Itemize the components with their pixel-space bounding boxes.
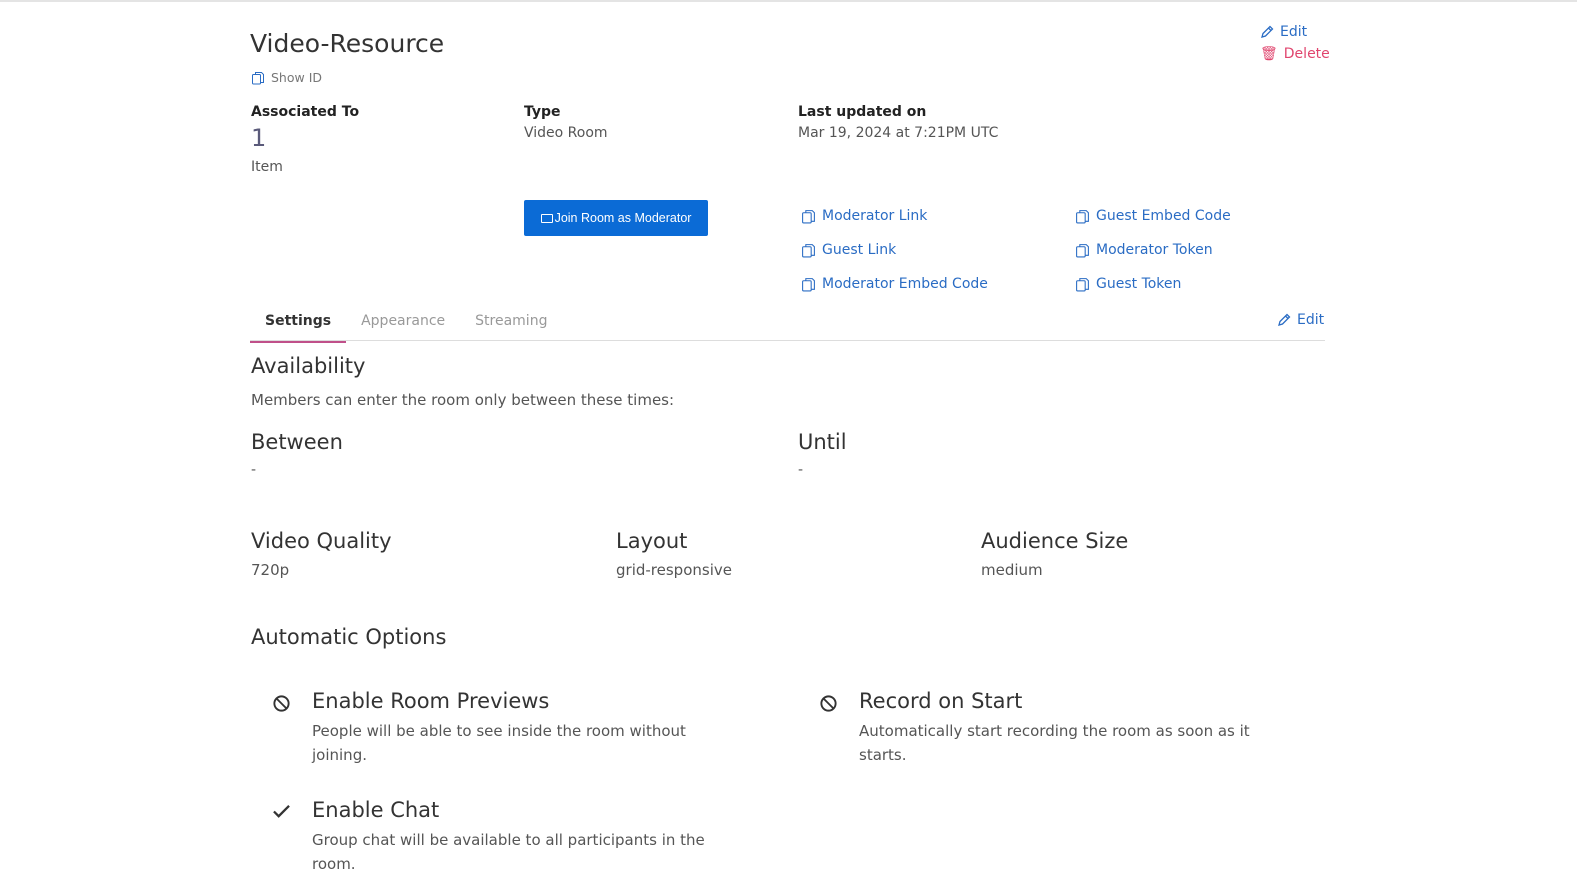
type-label: Type <box>524 104 561 120</box>
audience-label: Audience Size <box>981 529 1129 553</box>
disabled-icon <box>272 694 291 713</box>
link-label: Moderator Link <box>822 208 928 224</box>
delete-button[interactable]: 🗑 Delete <box>1260 46 1330 62</box>
check-icon <box>272 803 291 820</box>
option-title: Enable Room Previews <box>312 689 550 713</box>
copy-icon <box>1075 209 1090 224</box>
tab-bar: Settings Appearance Streaming <box>250 313 562 343</box>
moderator-token-link[interactable]: Moderator Token <box>1075 242 1213 258</box>
video-icon <box>540 213 553 223</box>
join-room-moderator-button[interactable]: Join Room as Moderator <box>524 200 708 236</box>
option-title: Record on Start <box>859 689 1023 713</box>
video-quality-value: 720p <box>251 561 290 579</box>
type-value: Video Room <box>524 125 608 141</box>
edit-label: Edit <box>1297 312 1325 328</box>
copy-icon <box>801 209 816 224</box>
delete-label: Delete <box>1283 46 1330 62</box>
automatic-options-title: Automatic Options <box>251 625 447 649</box>
option-desc: Group chat will be available to all part… <box>312 831 705 873</box>
page-title: Video-Resource <box>250 29 445 58</box>
copy-icon <box>251 71 265 85</box>
disabled-icon <box>819 694 838 713</box>
link-label: Guest Token <box>1096 276 1182 292</box>
layout-value: grid-responsive <box>616 561 732 579</box>
option-desc: Automatically start recording the room a… <box>859 722 1250 764</box>
trash-icon: 🗑 <box>1260 46 1278 62</box>
until-value: - <box>798 462 804 478</box>
show-id-label: Show ID <box>271 70 323 85</box>
associated-count[interactable]: 1 <box>251 124 266 152</box>
copy-icon <box>801 243 816 258</box>
associated-label: Associated To <box>251 104 360 120</box>
link-label: Moderator Token <box>1096 242 1213 258</box>
option-desc: People will be able to see inside the ro… <box>312 722 686 764</box>
guest-token-link[interactable]: Guest Token <box>1075 276 1181 292</box>
copy-icon <box>1075 277 1090 292</box>
availability-desc: Members can enter the room only between … <box>251 391 675 409</box>
tab-streaming[interactable]: Streaming <box>460 313 562 343</box>
audience-value: medium <box>981 561 1043 579</box>
link-label: Guest Link <box>822 242 897 258</box>
link-label: Guest Embed Code <box>1096 208 1231 224</box>
option-title: Enable Chat <box>312 798 440 822</box>
edit-label: Edit <box>1280 24 1308 40</box>
moderator-link[interactable]: Moderator Link <box>801 208 927 224</box>
copy-icon <box>801 277 816 292</box>
join-button-label: Join Room as Moderator <box>554 211 692 225</box>
guest-embed-code-link[interactable]: Guest Embed Code <box>1075 208 1231 224</box>
until-label: Until <box>798 430 847 454</box>
between-label: Between <box>251 430 343 454</box>
video-quality-label: Video Quality <box>251 529 392 553</box>
moderator-embed-code-link[interactable]: Moderator Embed Code <box>801 276 988 292</box>
layout-label: Layout <box>616 529 688 553</box>
pencil-icon <box>1277 313 1291 327</box>
between-value: - <box>251 462 257 478</box>
updated-label: Last updated on <box>798 104 927 120</box>
copy-icon <box>1075 243 1090 258</box>
updated-value: Mar 19, 2024 at 7:21PM UTC <box>798 125 999 141</box>
edit-button[interactable]: Edit <box>1260 24 1307 40</box>
pencil-icon <box>1260 25 1274 39</box>
availability-title: Availability <box>251 354 366 378</box>
show-id-button[interactable]: Show ID <box>251 70 322 85</box>
associated-unit: Item <box>251 159 283 175</box>
link-label: Moderator Embed Code <box>822 276 988 292</box>
tab-settings[interactable]: Settings <box>250 313 347 343</box>
settings-edit-button[interactable]: Edit <box>1277 312 1324 328</box>
guest-link[interactable]: Guest Link <box>801 242 896 258</box>
tab-appearance[interactable]: Appearance <box>346 313 460 343</box>
